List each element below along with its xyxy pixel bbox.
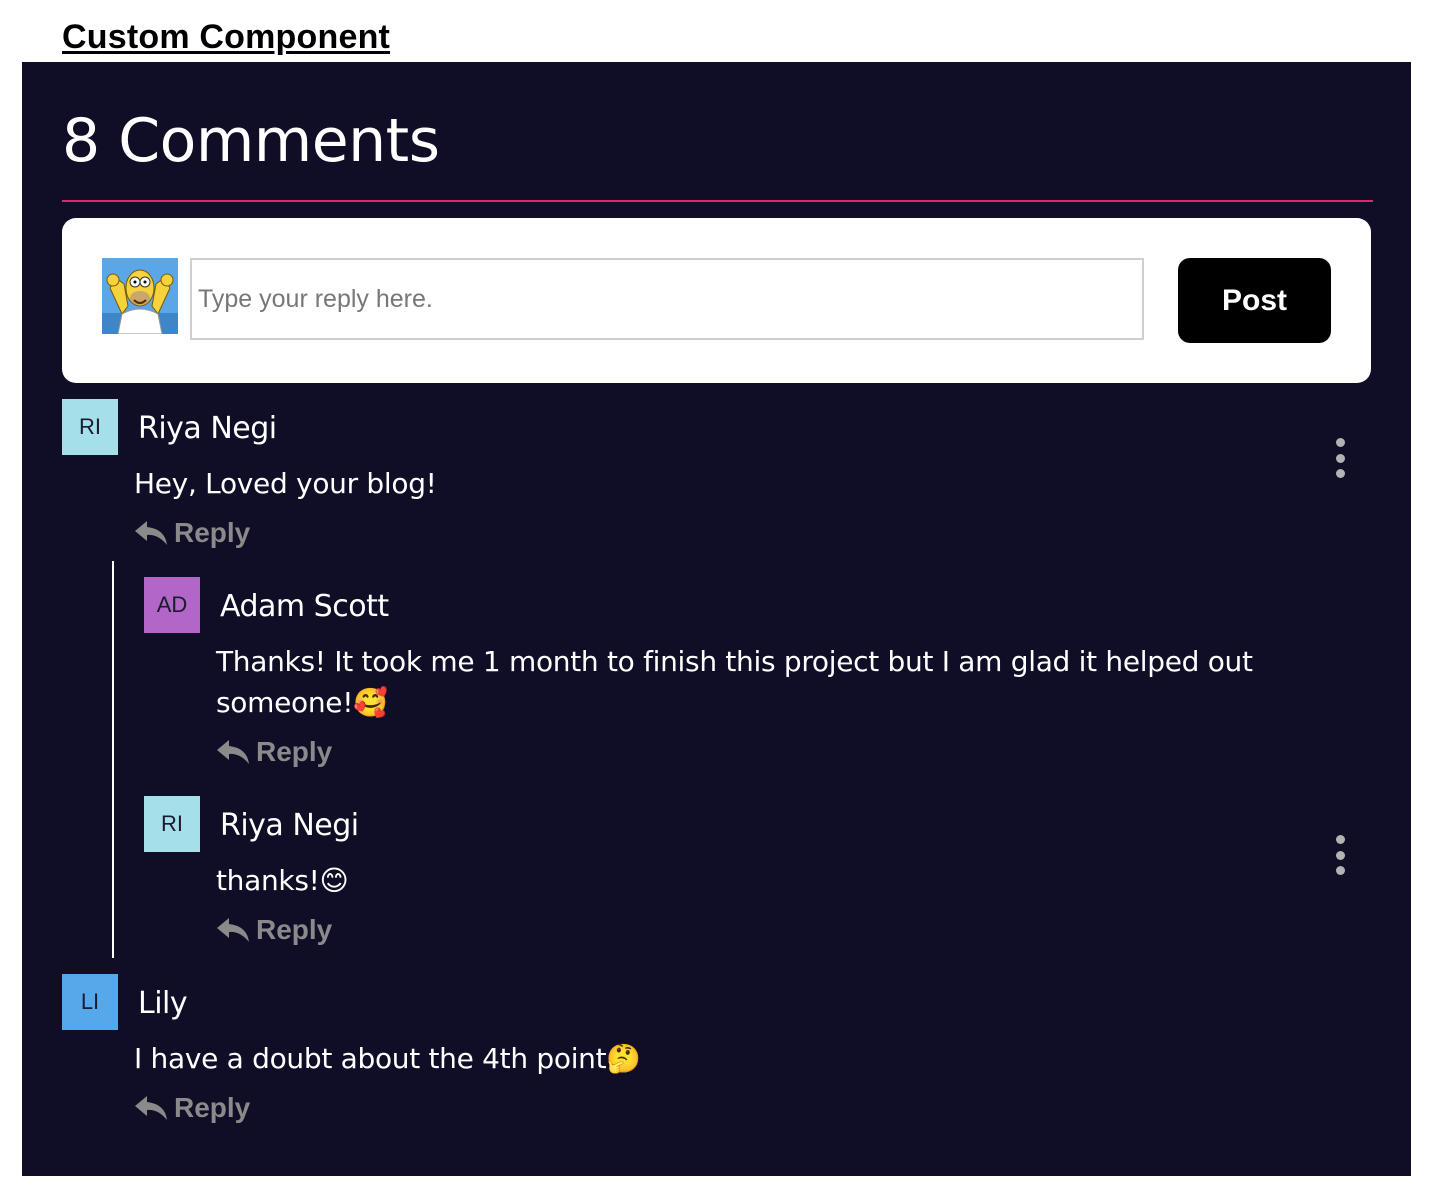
reply-arrow-icon	[135, 521, 167, 545]
comment-text: Hey, Loved your blog!	[134, 467, 437, 500]
comments-count-title: 8 Comments	[62, 106, 440, 176]
thread-line	[112, 561, 114, 958]
post-button[interactable]: Post	[1178, 258, 1331, 343]
page-heading: Custom Component	[62, 18, 391, 56]
comment-author: Adam Scott	[220, 589, 389, 624]
comment-author: Riya Negi	[138, 411, 277, 446]
comment-options-icon[interactable]	[1330, 438, 1350, 478]
comment-reply: RI Riya Negi thanks!😊 Reply	[144, 796, 1345, 956]
reply-arrow-icon	[217, 918, 249, 942]
comment-options-icon[interactable]	[1330, 835, 1350, 875]
reply-input[interactable]	[190, 258, 1144, 340]
comment-author: Lily	[138, 986, 188, 1021]
comment-text: Thanks! It took me 1 month to finish thi…	[216, 645, 1253, 719]
comment: RI Riya Negi Hey, Loved your blog! Reply	[62, 399, 1362, 559]
reply-button[interactable]: Reply	[216, 736, 332, 768]
user-avatar-icon	[102, 258, 178, 334]
comment: LI Lily I have a doubt about the 4th poi…	[62, 974, 1362, 1134]
reply-label: Reply	[256, 736, 333, 767]
reply-composer: Post	[62, 218, 1371, 383]
title-divider	[62, 200, 1373, 202]
avatar: AD	[144, 577, 200, 633]
reply-arrow-icon	[217, 740, 249, 764]
avatar: LI	[62, 974, 118, 1030]
comment-author: Riya Negi	[220, 808, 359, 843]
reply-label: Reply	[174, 1092, 251, 1123]
reply-button[interactable]: Reply	[216, 914, 332, 946]
comment-reply: AD Adam Scott Thanks! It took me 1 month…	[144, 577, 1324, 777]
reply-button[interactable]: Reply	[134, 1092, 250, 1124]
comment-text: I have a doubt about the 4th point🤔	[134, 1042, 641, 1075]
avatar: RI	[62, 399, 118, 455]
comments-panel: 8 Comments Post RI Riya Negi Hey,	[22, 62, 1411, 1176]
reply-label: Reply	[174, 517, 251, 548]
comment-text: thanks!😊	[216, 864, 349, 897]
avatar: RI	[144, 796, 200, 852]
reply-label: Reply	[256, 914, 333, 945]
reply-button[interactable]: Reply	[134, 517, 250, 549]
reply-arrow-icon	[135, 1096, 167, 1120]
